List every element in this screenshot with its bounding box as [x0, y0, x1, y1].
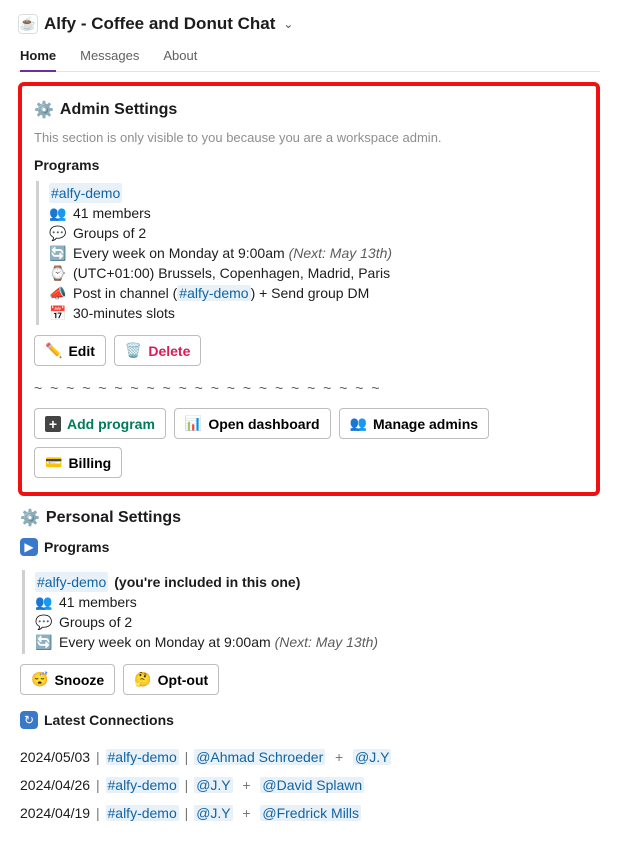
connections-list: 2024/05/03 | #alfy-demo | @Ahmad Schroed…	[20, 743, 596, 827]
connection-channel-link[interactable]: #alfy-demo	[106, 777, 179, 793]
gear-icon: ⚙️	[20, 508, 40, 528]
program-schedule: Every week on Monday at 9:00am (Next: Ma…	[73, 243, 392, 263]
admin-settings-title: Admin Settings	[60, 101, 177, 119]
connection-user-mention[interactable]: @David Splawn	[260, 777, 364, 793]
pencil-icon: ✏️	[45, 342, 62, 359]
personal-program-card: #alfy-demo (you're included in this one)…	[22, 570, 596, 654]
opt-out-button[interactable]: 🤔Opt-out	[123, 664, 219, 695]
app-title: Alfy - Coffee and Donut Chat	[44, 14, 275, 34]
admin-visibility-note: This section is only visible to you beca…	[34, 130, 584, 145]
card-icon: 💳	[45, 454, 62, 471]
alfy-logo-icon: ☕	[18, 14, 38, 34]
connection-user-mention[interactable]: @J.Y	[194, 777, 232, 793]
tab-about[interactable]: About	[163, 44, 197, 71]
program-timezone: (UTC+01:00) Brussels, Copenhagen, Madrid…	[73, 263, 390, 283]
personal-settings-title: Personal Settings	[46, 509, 181, 527]
refresh-icon: ↻	[20, 711, 38, 729]
connection-row: 2024/05/03 | #alfy-demo | @Ahmad Schroed…	[20, 743, 596, 771]
sleep-icon: 😴	[31, 671, 48, 688]
connection-channel-link[interactable]: #alfy-demo	[106, 749, 179, 765]
connection-date: 2024/04/26	[20, 777, 90, 793]
connection-user-mention[interactable]: @Ahmad Schroeder	[194, 749, 325, 765]
program-channel-link[interactable]: #alfy-demo	[49, 183, 122, 203]
groups-icon: 💬	[35, 612, 53, 632]
trash-icon: 🗑️	[125, 342, 142, 359]
chart-icon: 📊	[185, 415, 202, 432]
program-post: Post in channel (#alfy-demo) + Send grou…	[73, 283, 369, 303]
thinking-icon: 🤔	[134, 671, 151, 688]
snooze-button[interactable]: 😴Snooze	[20, 664, 115, 695]
program-groups: Groups of 2	[73, 223, 146, 243]
included-note: (you're included in this one)	[114, 572, 300, 592]
connection-user-mention[interactable]: @J.Y	[353, 749, 391, 765]
plus-icon: +	[45, 416, 61, 432]
personal-programs-heading: Programs	[44, 539, 109, 555]
groups-icon: 💬	[49, 223, 67, 243]
calendar-icon: 📅	[49, 303, 67, 323]
admin-settings-panel: ⚙️ Admin Settings This section is only v…	[18, 82, 600, 496]
tab-bar: Home Messages About	[18, 44, 600, 72]
connection-user-mention[interactable]: @Fredrick Mills	[260, 805, 361, 821]
members-icon: 👥	[35, 592, 53, 612]
program-slots: 30-minutes slots	[73, 303, 175, 323]
connection-channel-link[interactable]: #alfy-demo	[106, 805, 179, 821]
open-dashboard-button[interactable]: 📊Open dashboard	[174, 408, 331, 439]
admin-programs-heading: Programs	[34, 157, 584, 173]
timezone-icon: ⌚	[49, 263, 67, 283]
tab-messages[interactable]: Messages	[80, 44, 139, 71]
connection-row: 2024/04/26 | #alfy-demo | @J.Y + @David …	[20, 771, 596, 799]
members-icon: 👥	[49, 203, 67, 223]
personal-program-groups: Groups of 2	[59, 612, 132, 632]
connection-date: 2024/05/03	[20, 749, 90, 765]
personal-program-channel-link[interactable]: #alfy-demo	[35, 572, 108, 592]
add-program-button[interactable]: +Add program	[34, 408, 166, 439]
personal-program-members: 41 members	[59, 592, 137, 612]
connection-user-mention[interactable]: @J.Y	[194, 805, 232, 821]
program-members: 41 members	[73, 203, 151, 223]
latest-connections-heading: Latest Connections	[44, 712, 174, 728]
delete-button[interactable]: 🗑️Delete	[114, 335, 201, 366]
gear-icon: ⚙️	[34, 100, 54, 120]
manage-admins-button[interactable]: 👥Manage admins	[339, 408, 489, 439]
program-post-channel-link[interactable]: #alfy-demo	[177, 285, 250, 301]
admins-icon: 👥	[350, 415, 367, 432]
personal-settings-panel: ⚙️ Personal Settings ▶ Programs #alfy-de…	[18, 496, 600, 827]
announce-icon: 📣	[49, 283, 67, 303]
personal-program-schedule: Every week on Monday at 9:00am (Next: Ma…	[59, 632, 378, 652]
schedule-icon: 🔄	[49, 243, 67, 263]
connection-date: 2024/04/19	[20, 805, 90, 821]
connection-row: 2024/04/19 | #alfy-demo | @J.Y + @Fredri…	[20, 799, 596, 827]
admin-program-card: #alfy-demo 👥 41 members 💬 Groups of 2 🔄 Eve…	[36, 181, 584, 325]
app-header: ☕ Alfy - Coffee and Donut Chat ⌄	[18, 10, 600, 44]
edit-button[interactable]: ✏️Edit	[34, 335, 106, 366]
billing-button[interactable]: 💳Billing	[34, 447, 122, 478]
play-icon: ▶	[20, 538, 38, 556]
chevron-down-icon[interactable]: ⌄	[283, 17, 293, 31]
schedule-icon: 🔄	[35, 632, 53, 652]
tab-home[interactable]: Home	[20, 44, 56, 71]
wave-divider: ~ ~ ~ ~ ~ ~ ~ ~ ~ ~ ~ ~ ~ ~ ~ ~ ~ ~ ~ ~ …	[34, 380, 584, 396]
